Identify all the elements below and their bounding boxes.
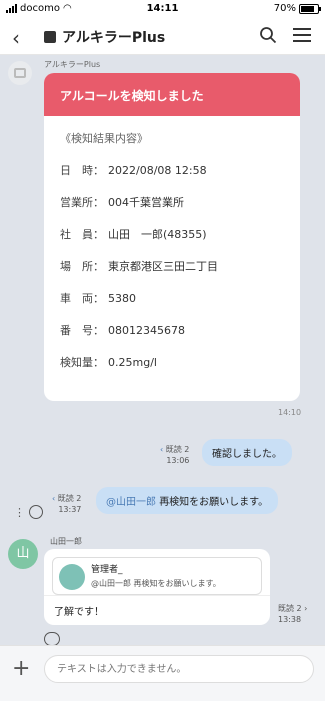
battery-icon	[299, 3, 321, 14]
alert-row: 日 時： 2022/08/08 12:58	[60, 164, 207, 177]
quote-text: @山田一郎 再検知をお願いします。	[91, 579, 221, 588]
avatar[interactable]: 山	[8, 539, 38, 569]
alert-card[interactable]: アルコールを検知しました 《検知結果内容》 日 時： 2022/08/08 12:…	[44, 73, 300, 401]
alert-row: 社 員： 山田 一郎(48355)	[60, 228, 207, 241]
header: ‹ アルキラーPlus	[0, 18, 325, 55]
quote-avatar	[59, 564, 85, 590]
quote-sender: 管理者_	[91, 565, 123, 575]
read-receipt: 既読 2 › 13:38	[278, 604, 308, 624]
more-icon[interactable]: ⋮	[14, 506, 25, 519]
alert-title: アルコールを検知しました	[44, 73, 300, 116]
plus-icon[interactable]: +	[12, 658, 30, 680]
bot-message-time: 14:10	[278, 408, 302, 417]
chat-area[interactable]: アルキラーPlus アルコールを検知しました 《検知結果内容》 日 時： 2022…	[0, 55, 325, 646]
add-reaction-icon[interactable]	[44, 632, 60, 646]
search-icon[interactable]	[259, 26, 277, 44]
read-receipt: ‹ 既読 2 13:37	[52, 494, 82, 514]
alert-row: 場 所： 東京都港区三田二丁目	[60, 260, 218, 273]
menu-icon[interactable]	[293, 28, 311, 42]
alert-section: 《検知結果内容》	[60, 132, 148, 145]
bot-avatar[interactable]	[8, 61, 32, 85]
mention[interactable]: @山田一郎	[106, 497, 156, 508]
read-receipt: ‹ 既読 2 13:06	[160, 445, 190, 465]
reply-text: 了解です！	[54, 607, 104, 618]
user-sender-name: 山田一郎	[50, 537, 82, 546]
alert-row: 検知量： 0.25mg/l	[60, 356, 157, 369]
bot-sender-name: アルキラーPlus	[44, 60, 101, 69]
battery-percent: 70%	[273, 3, 296, 14]
bot-icon	[44, 31, 56, 43]
quoted-message[interactable]: 管理者_ @山田一郎 再検知をお願いします。	[52, 557, 262, 595]
outgoing-message[interactable]: @山田一郎 再検知をお願いします。	[96, 487, 279, 514]
input-bar: +	[0, 645, 325, 701]
alert-row: 営業所： 004千葉営業所	[60, 196, 184, 209]
message-input[interactable]	[44, 655, 314, 683]
message-tools: ⋮	[14, 505, 43, 519]
alert-row: 車 両： 5380	[60, 292, 136, 305]
chat-title-text: アルキラーPlus	[62, 30, 166, 46]
app: docomo ◠ 14:11 70% ‹ アルキラーPlus アルキラーPlus…	[0, 0, 325, 701]
status-bar: docomo ◠ 14:11 70%	[0, 0, 325, 18]
reaction-icon[interactable]	[29, 505, 43, 519]
chat-title: アルキラーPlus	[44, 27, 165, 47]
outgoing-message[interactable]: 確認しました。	[202, 439, 292, 466]
reply-message[interactable]: 管理者_ @山田一郎 再検知をお願いします。 了解です！	[44, 549, 270, 625]
divider	[44, 595, 270, 596]
back-icon[interactable]: ‹	[12, 26, 20, 50]
alert-row: 番 号： 08012345678	[60, 324, 185, 337]
